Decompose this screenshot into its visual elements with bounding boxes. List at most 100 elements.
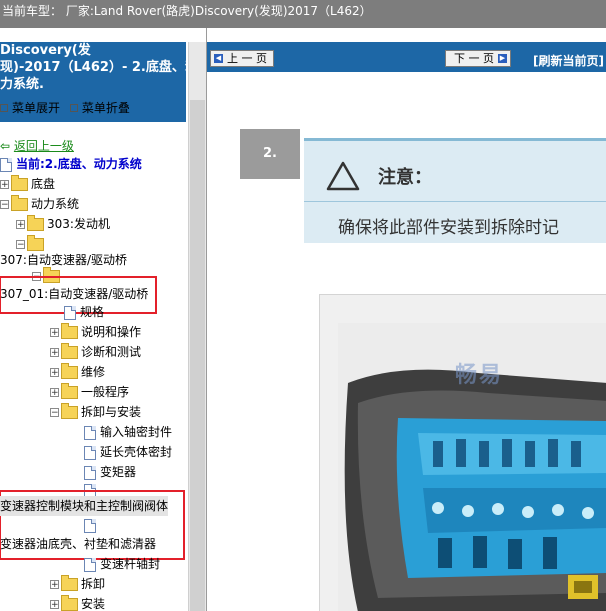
current-location: 当前:2.底盘、动力系统 bbox=[0, 154, 142, 174]
back-arrow-icon: ⇦ bbox=[0, 139, 11, 153]
collapse-icon[interactable]: − bbox=[0, 200, 9, 210]
tree-item-powertrain[interactable]: − 动力系统 bbox=[0, 194, 79, 214]
tree-item-selector-shaft[interactable]: 变速杆轴封 bbox=[84, 554, 160, 574]
expand-icon[interactable]: + bbox=[50, 348, 59, 358]
tree-item-input-seal[interactable]: 输入轴密封件 bbox=[84, 422, 172, 442]
tree-item-label: 规格 bbox=[80, 305, 105, 319]
section-header-line-1: Discovery(发 bbox=[0, 43, 91, 58]
tree-item-label: 诊断和测试 bbox=[81, 345, 142, 359]
prev-page-label: 上 一 页 bbox=[227, 52, 267, 65]
folder-icon bbox=[11, 175, 28, 191]
refresh-page-link[interactable]: [刷新当前页] bbox=[533, 52, 604, 69]
collapse-icon[interactable]: − bbox=[50, 408, 59, 418]
tree-item-tcm[interactable]: 变速器控制模块和主控制阀阀体 bbox=[0, 496, 169, 516]
tree-item-label: 动力系统 bbox=[31, 197, 80, 211]
folder-icon bbox=[61, 383, 78, 399]
folder-icon bbox=[61, 403, 78, 419]
tree-item-disassembly[interactable]: + 拆卸 bbox=[50, 574, 105, 594]
tree-item-label: 变速器控制模块和主控制阀阀体 bbox=[0, 499, 169, 513]
watermark: 畅易 bbox=[455, 363, 504, 388]
tree-item-label: 变矩器 bbox=[100, 465, 137, 479]
section-header-line-3: 力系统. bbox=[0, 77, 44, 92]
document-icon bbox=[64, 305, 76, 320]
tree-item-label: 维修 bbox=[81, 365, 106, 379]
page-icon bbox=[0, 157, 12, 172]
folder-icon bbox=[61, 363, 78, 379]
expand-icon[interactable]: + bbox=[50, 580, 59, 590]
tree-item-description[interactable]: + 说明和操作 bbox=[50, 322, 141, 342]
folder-icon bbox=[61, 323, 78, 339]
tree-item-label: 拆卸与安装 bbox=[81, 405, 142, 419]
back-link[interactable]: 返回上一级 bbox=[14, 139, 74, 153]
expand-icon[interactable]: + bbox=[50, 368, 59, 378]
next-page-label: 下 一 页 bbox=[454, 52, 494, 65]
collapse-icon[interactable]: − bbox=[16, 240, 25, 250]
tree-item-label: 拆卸 bbox=[81, 577, 106, 591]
tree-item-removal[interactable]: − 拆卸与安装 bbox=[50, 402, 141, 422]
tree-item-transmission-sub[interactable]: 307_01:自动变速器/驱动桥 bbox=[0, 284, 148, 304]
expand-icon[interactable]: + bbox=[50, 388, 59, 398]
expand-icon[interactable]: + bbox=[16, 220, 25, 230]
tree-item-label: 延长壳体密封 bbox=[100, 445, 173, 459]
document-icon bbox=[84, 445, 96, 460]
folder-icon bbox=[61, 575, 78, 591]
component-photo: 畅易 bbox=[319, 294, 606, 611]
square-icon bbox=[0, 104, 8, 112]
folder-icon bbox=[11, 195, 28, 211]
caution-text: 确保将此部件安装到拆除时记 bbox=[338, 218, 559, 238]
square-icon bbox=[69, 104, 78, 112]
tree-item-label: 307_01:自动变速器/驱动桥 bbox=[0, 287, 149, 301]
folder-icon bbox=[61, 595, 78, 611]
tree-item-repair[interactable]: + 维修 bbox=[50, 362, 105, 382]
tree-item-label: 307:自动变速器/驱动桥 bbox=[0, 253, 127, 267]
document-icon bbox=[84, 465, 96, 480]
tree-item-spec[interactable]: 规格 bbox=[64, 302, 104, 322]
arrow-left-icon: ◀ bbox=[214, 54, 223, 63]
menu-collapse-button[interactable]: 菜单折叠 bbox=[69, 98, 130, 118]
tree-item-label: 底盘 bbox=[31, 177, 56, 191]
tree-item-transmission-group[interactable]: 307:自动变速器/驱动桥 bbox=[0, 250, 127, 270]
tree-item-general[interactable]: + 一般程序 bbox=[50, 382, 129, 402]
expand-icon[interactable]: + bbox=[0, 180, 9, 190]
current-location-label: 当前:2.底盘、动力系统 bbox=[16, 157, 142, 171]
document-icon bbox=[84, 425, 96, 440]
tree-item-label: 一般程序 bbox=[81, 385, 130, 399]
menu-expand-label: 菜单展开 bbox=[12, 101, 61, 115]
document-icon bbox=[84, 518, 96, 533]
expand-icon[interactable]: + bbox=[50, 328, 59, 338]
menu-controls: 菜单展开 菜单折叠 bbox=[0, 98, 186, 118]
tree-item-installation[interactable]: + 安装 bbox=[50, 594, 105, 611]
tree-item-oil-pan-icon-row[interactable] bbox=[84, 515, 100, 535]
tree-scrollbar[interactable] bbox=[188, 42, 206, 611]
page-nav-bar: ◀ 上 一 页 下 一 页 ▶ [刷新当前页] bbox=[207, 42, 606, 72]
prev-page-button[interactable]: ◀ 上 一 页 bbox=[210, 50, 274, 67]
navigation-panel: Discovery(发 现)-2017（L462）- 2.底盘、动 力系统. 菜… bbox=[0, 28, 207, 611]
tree-item-label: 输入轴密封件 bbox=[100, 425, 173, 439]
tree-item-oil-pan[interactable]: 变速器油底壳、衬垫和滤清器 bbox=[0, 534, 156, 554]
scrollbar-thumb[interactable] bbox=[190, 100, 205, 611]
document-icon bbox=[84, 557, 96, 572]
caution-notice: 注意： 确保将此部件安装到拆除时记 bbox=[304, 138, 606, 243]
tree-item-diagnosis[interactable]: + 诊断和测试 bbox=[50, 342, 141, 362]
menu-expand-button[interactable]: 菜单展开 bbox=[0, 98, 60, 118]
caution-header: 注意： bbox=[304, 141, 606, 199]
tree-item-label: 变速杆轴封 bbox=[100, 557, 161, 571]
tree-item-chassis[interactable]: + 底盘 bbox=[0, 174, 55, 194]
arrow-right-icon: ▶ bbox=[498, 54, 507, 63]
next-page-button[interactable]: 下 一 页 ▶ bbox=[445, 50, 511, 67]
expand-icon[interactable]: + bbox=[50, 600, 59, 610]
tree-item-converter[interactable]: 变矩器 bbox=[84, 462, 136, 482]
back-link-row[interactable]: ⇦ 返回上一级 bbox=[0, 136, 74, 156]
caution-divider bbox=[304, 201, 606, 202]
step-number: 2. bbox=[240, 129, 300, 179]
folder-icon bbox=[61, 343, 78, 359]
tree-item-label: 安装 bbox=[81, 597, 106, 611]
vehicle-model-text: 当前车型： 厂家:Land Rover(路虎)Discovery(发现)2017… bbox=[2, 4, 372, 18]
caution-title: 注意： bbox=[378, 167, 432, 188]
tree-item-label: 303:发动机 bbox=[47, 217, 110, 231]
folder-icon bbox=[27, 215, 44, 231]
tree-item-label: 变速器油底壳、衬垫和滤清器 bbox=[0, 537, 157, 551]
warning-triangle-icon bbox=[326, 161, 360, 191]
tree-item-extension-seal[interactable]: 延长壳体密封 bbox=[84, 442, 172, 462]
tree-item-engine[interactable]: +303:发动机 bbox=[16, 214, 110, 234]
